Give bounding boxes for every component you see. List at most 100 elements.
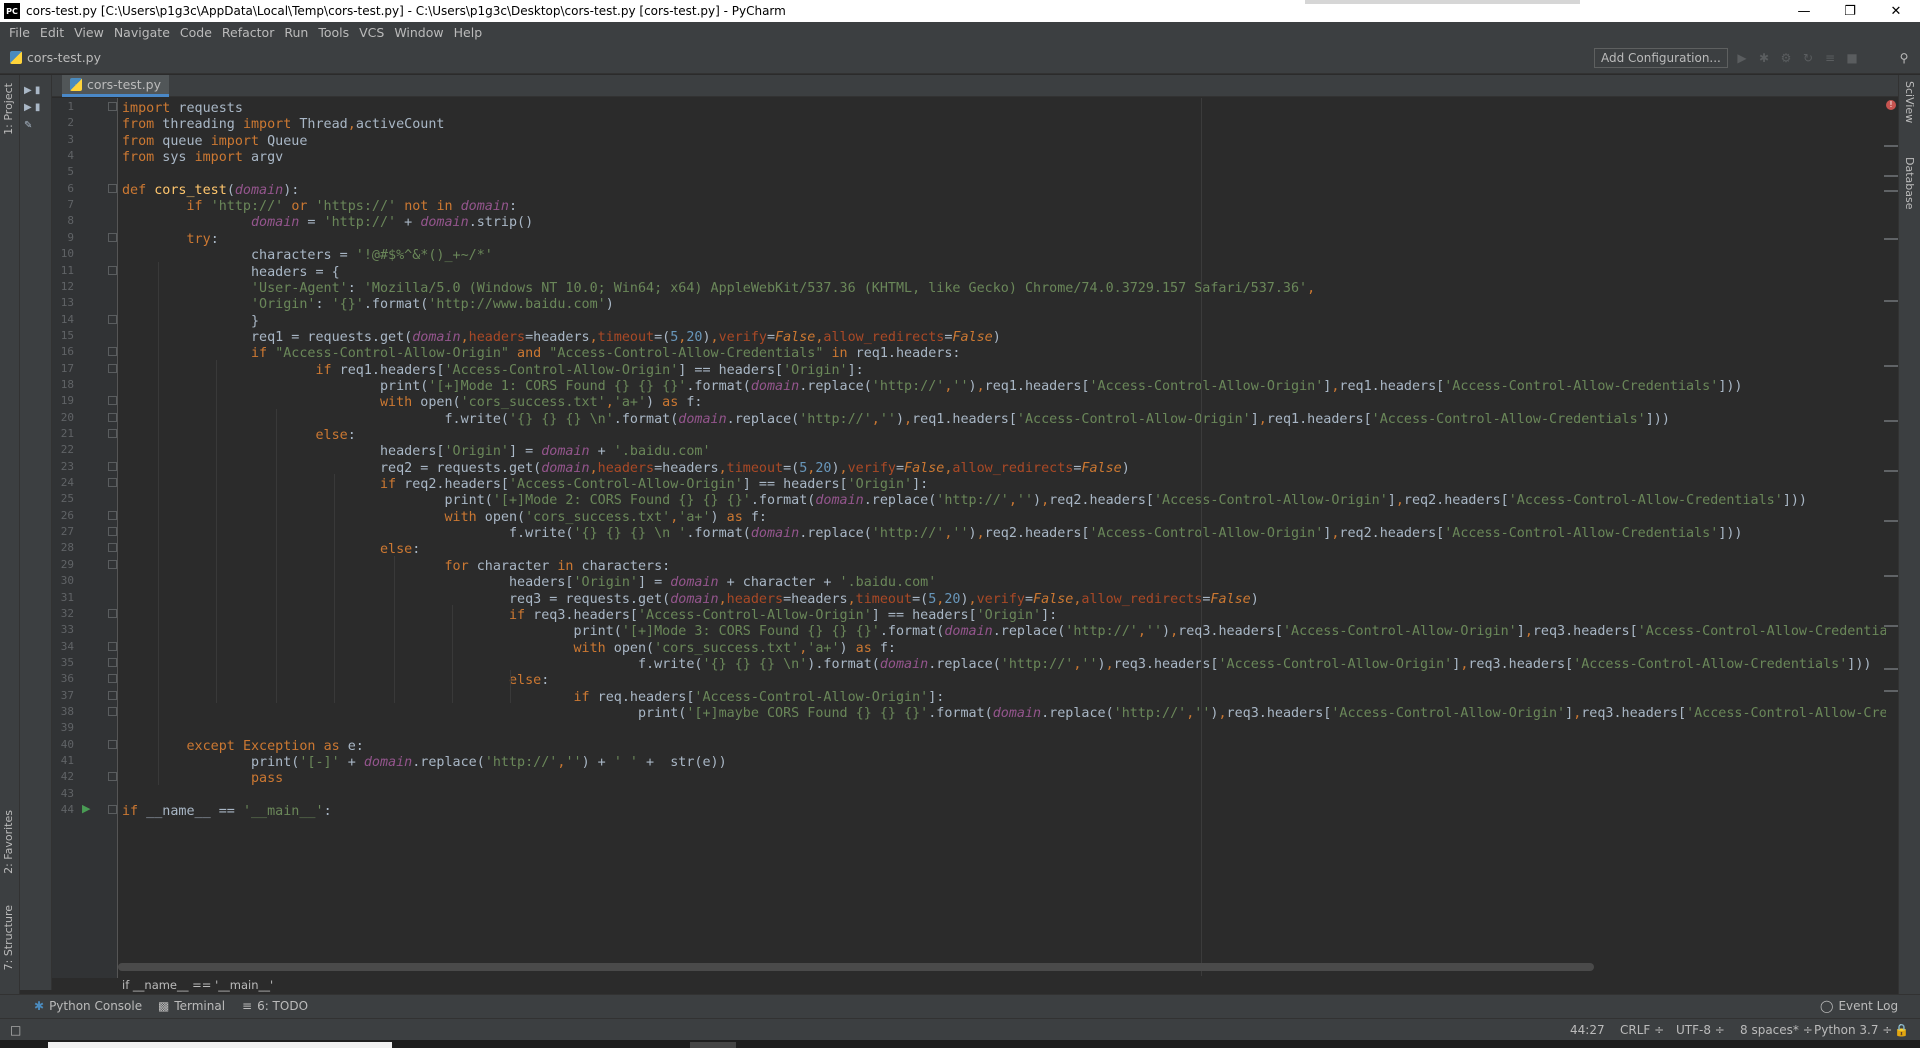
breadcrumb[interactable]: cors-test.py bbox=[10, 50, 101, 65]
menu-code[interactable]: Code bbox=[175, 25, 217, 40]
menu-help[interactable]: Help bbox=[449, 25, 488, 40]
scroll-marker[interactable] bbox=[1884, 470, 1898, 472]
indent-guide bbox=[510, 670, 511, 703]
terminal-icon: ▩ bbox=[158, 999, 170, 1013]
fold-marker-icon[interactable] bbox=[108, 543, 117, 553]
taskbar-item[interactable] bbox=[690, 1042, 736, 1048]
menu-vcs[interactable]: VCS bbox=[354, 25, 389, 40]
fold-marker-icon[interactable] bbox=[108, 314, 117, 324]
close-button[interactable]: ✕ bbox=[1873, 0, 1919, 22]
error-indicator-icon[interactable]: ! bbox=[1886, 100, 1896, 110]
menu-file[interactable]: File bbox=[4, 25, 35, 40]
python-console-tab[interactable]: ✱ Python Console bbox=[34, 999, 142, 1013]
menu-window[interactable]: Window bbox=[389, 25, 448, 40]
concurrency-icon[interactable]: ≡ bbox=[1822, 51, 1838, 65]
fold-marker-icon[interactable] bbox=[108, 461, 117, 471]
tool-tab-database[interactable]: Database bbox=[1903, 157, 1916, 210]
indent-setting[interactable]: 8 spaces* ÷ bbox=[1740, 1023, 1813, 1037]
scroll-marker[interactable] bbox=[1884, 365, 1898, 367]
scroll-marker[interactable] bbox=[1884, 300, 1898, 302]
fold-marker-icon[interactable] bbox=[108, 608, 117, 618]
pycharm-logo-icon: PC bbox=[4, 3, 20, 19]
code-line[interactable]: from sys import argv bbox=[122, 148, 283, 168]
fold-marker-icon[interactable] bbox=[108, 559, 117, 569]
fold-marker-icon[interactable] bbox=[108, 265, 117, 275]
fold-marker-icon[interactable] bbox=[108, 183, 117, 193]
editor-tab-label[interactable]: cors-test.py bbox=[87, 77, 161, 92]
horizontal-scrollbar[interactable] bbox=[118, 963, 1594, 971]
scroll-marker[interactable] bbox=[1884, 520, 1898, 522]
taskbar-item[interactable] bbox=[48, 1042, 392, 1048]
fold-marker-icon[interactable] bbox=[108, 641, 117, 651]
menu-bar: File Edit View Navigate Code Refactor Run Tools… bbox=[0, 22, 1920, 42]
fold-marker-icon[interactable] bbox=[108, 478, 117, 488]
scroll-marker[interactable] bbox=[1884, 575, 1898, 577]
minimize-button[interactable]: — bbox=[1781, 0, 1827, 22]
editor-tab[interactable]: cors-test.py bbox=[62, 75, 169, 97]
tool-tab-sciview[interactable]: SciView bbox=[1903, 81, 1916, 123]
line-separator[interactable]: CRLF ÷ bbox=[1620, 1023, 1664, 1037]
fold-marker-icon[interactable] bbox=[108, 739, 117, 749]
menu-view[interactable]: View bbox=[69, 25, 109, 40]
debug-icon[interactable]: ✱ bbox=[1756, 51, 1772, 65]
python-interpreter[interactable]: Python 3.7 ÷ bbox=[1814, 1023, 1892, 1037]
maximize-button[interactable]: ❐ bbox=[1827, 0, 1873, 22]
scroll-marker[interactable] bbox=[1884, 625, 1898, 627]
right-tool-strip: SciView Database bbox=[1898, 75, 1920, 1015]
fold-marker-icon[interactable] bbox=[108, 657, 117, 667]
menu-tools[interactable]: Tools bbox=[313, 25, 354, 40]
fold-marker-icon[interactable] bbox=[108, 102, 117, 111]
scroll-marker[interactable] bbox=[1884, 145, 1898, 147]
coverage-icon[interactable]: ⚙ bbox=[1778, 51, 1794, 65]
event-log-tab[interactable]: ◯ Event Log bbox=[1820, 999, 1898, 1013]
scroll-marker[interactable] bbox=[1884, 238, 1898, 240]
code-editor[interactable]: import requests from threading import Thr… bbox=[118, 98, 1886, 978]
fold-marker-icon[interactable] bbox=[108, 805, 117, 815]
menu-refactor[interactable]: Refactor bbox=[217, 25, 279, 40]
fold-marker-icon[interactable] bbox=[108, 363, 117, 373]
code-line[interactable]: pass bbox=[122, 769, 283, 789]
scroll-marker[interactable] bbox=[1884, 690, 1898, 692]
fold-marker-icon[interactable] bbox=[108, 412, 117, 422]
caret-position[interactable]: 44:27 bbox=[1570, 1023, 1605, 1037]
todo-tab[interactable]: ≡ 6: TODO bbox=[242, 999, 308, 1013]
tool-tab-structure[interactable]: 7: Structure bbox=[2, 905, 15, 970]
tree-expand-icon[interactable]: ▶ ▮ bbox=[24, 102, 40, 113]
code-line[interactable]: print('[+]maybe CORS Found {} {} {}'.for… bbox=[122, 704, 1886, 724]
scroll-marker[interactable] bbox=[1884, 420, 1898, 422]
scratch-icon[interactable]: ✎ bbox=[24, 120, 32, 131]
terminal-tab[interactable]: ▩ Terminal bbox=[158, 999, 225, 1013]
scroll-marker[interactable] bbox=[1884, 668, 1898, 670]
python-file-icon bbox=[10, 51, 22, 64]
fold-marker-icon[interactable] bbox=[108, 396, 117, 406]
fold-marker-icon[interactable] bbox=[108, 690, 117, 700]
toggle-panels-icon[interactable]: □ bbox=[10, 1023, 21, 1037]
code-line[interactable]: if __name__ == '__main__': bbox=[122, 802, 332, 822]
menu-edit[interactable]: Edit bbox=[35, 25, 69, 40]
tree-expand-icon[interactable]: ▶ ▮ bbox=[24, 85, 40, 96]
run-gutter-icon[interactable]: ▶ bbox=[82, 802, 90, 815]
breadcrumb-file[interactable]: cors-test.py bbox=[27, 50, 101, 65]
search-icon[interactable]: ⚲ bbox=[1896, 51, 1912, 65]
line-number: 44 bbox=[60, 803, 74, 817]
tool-tab-project[interactable]: 1: Project bbox=[2, 83, 15, 135]
scroll-marker[interactable] bbox=[1884, 175, 1898, 177]
lock-icon[interactable]: 🔒 bbox=[1894, 1023, 1909, 1037]
menu-navigate[interactable]: Navigate bbox=[109, 25, 175, 40]
fold-marker-icon[interactable] bbox=[108, 429, 117, 438]
fold-marker-icon[interactable] bbox=[108, 510, 117, 520]
tool-tab-favorites[interactable]: 2: Favorites bbox=[2, 810, 15, 874]
fold-marker-icon[interactable] bbox=[108, 527, 117, 537]
menu-run[interactable]: Run bbox=[279, 25, 313, 40]
scroll-marker[interactable] bbox=[1884, 190, 1898, 192]
run-icon[interactable]: ▶ bbox=[1734, 51, 1750, 65]
fold-marker-icon[interactable] bbox=[108, 706, 117, 716]
fold-marker-icon[interactable] bbox=[108, 772, 117, 782]
stop-icon[interactable]: ■ bbox=[1844, 51, 1860, 65]
add-configuration-button[interactable]: Add Configuration... bbox=[1594, 48, 1728, 68]
fold-marker-icon[interactable] bbox=[108, 347, 117, 357]
file-encoding[interactable]: UTF-8 ÷ bbox=[1676, 1023, 1725, 1037]
fold-marker-icon[interactable] bbox=[108, 232, 117, 242]
profile-icon[interactable]: ↻ bbox=[1800, 51, 1816, 65]
fold-marker-icon[interactable] bbox=[108, 674, 117, 684]
